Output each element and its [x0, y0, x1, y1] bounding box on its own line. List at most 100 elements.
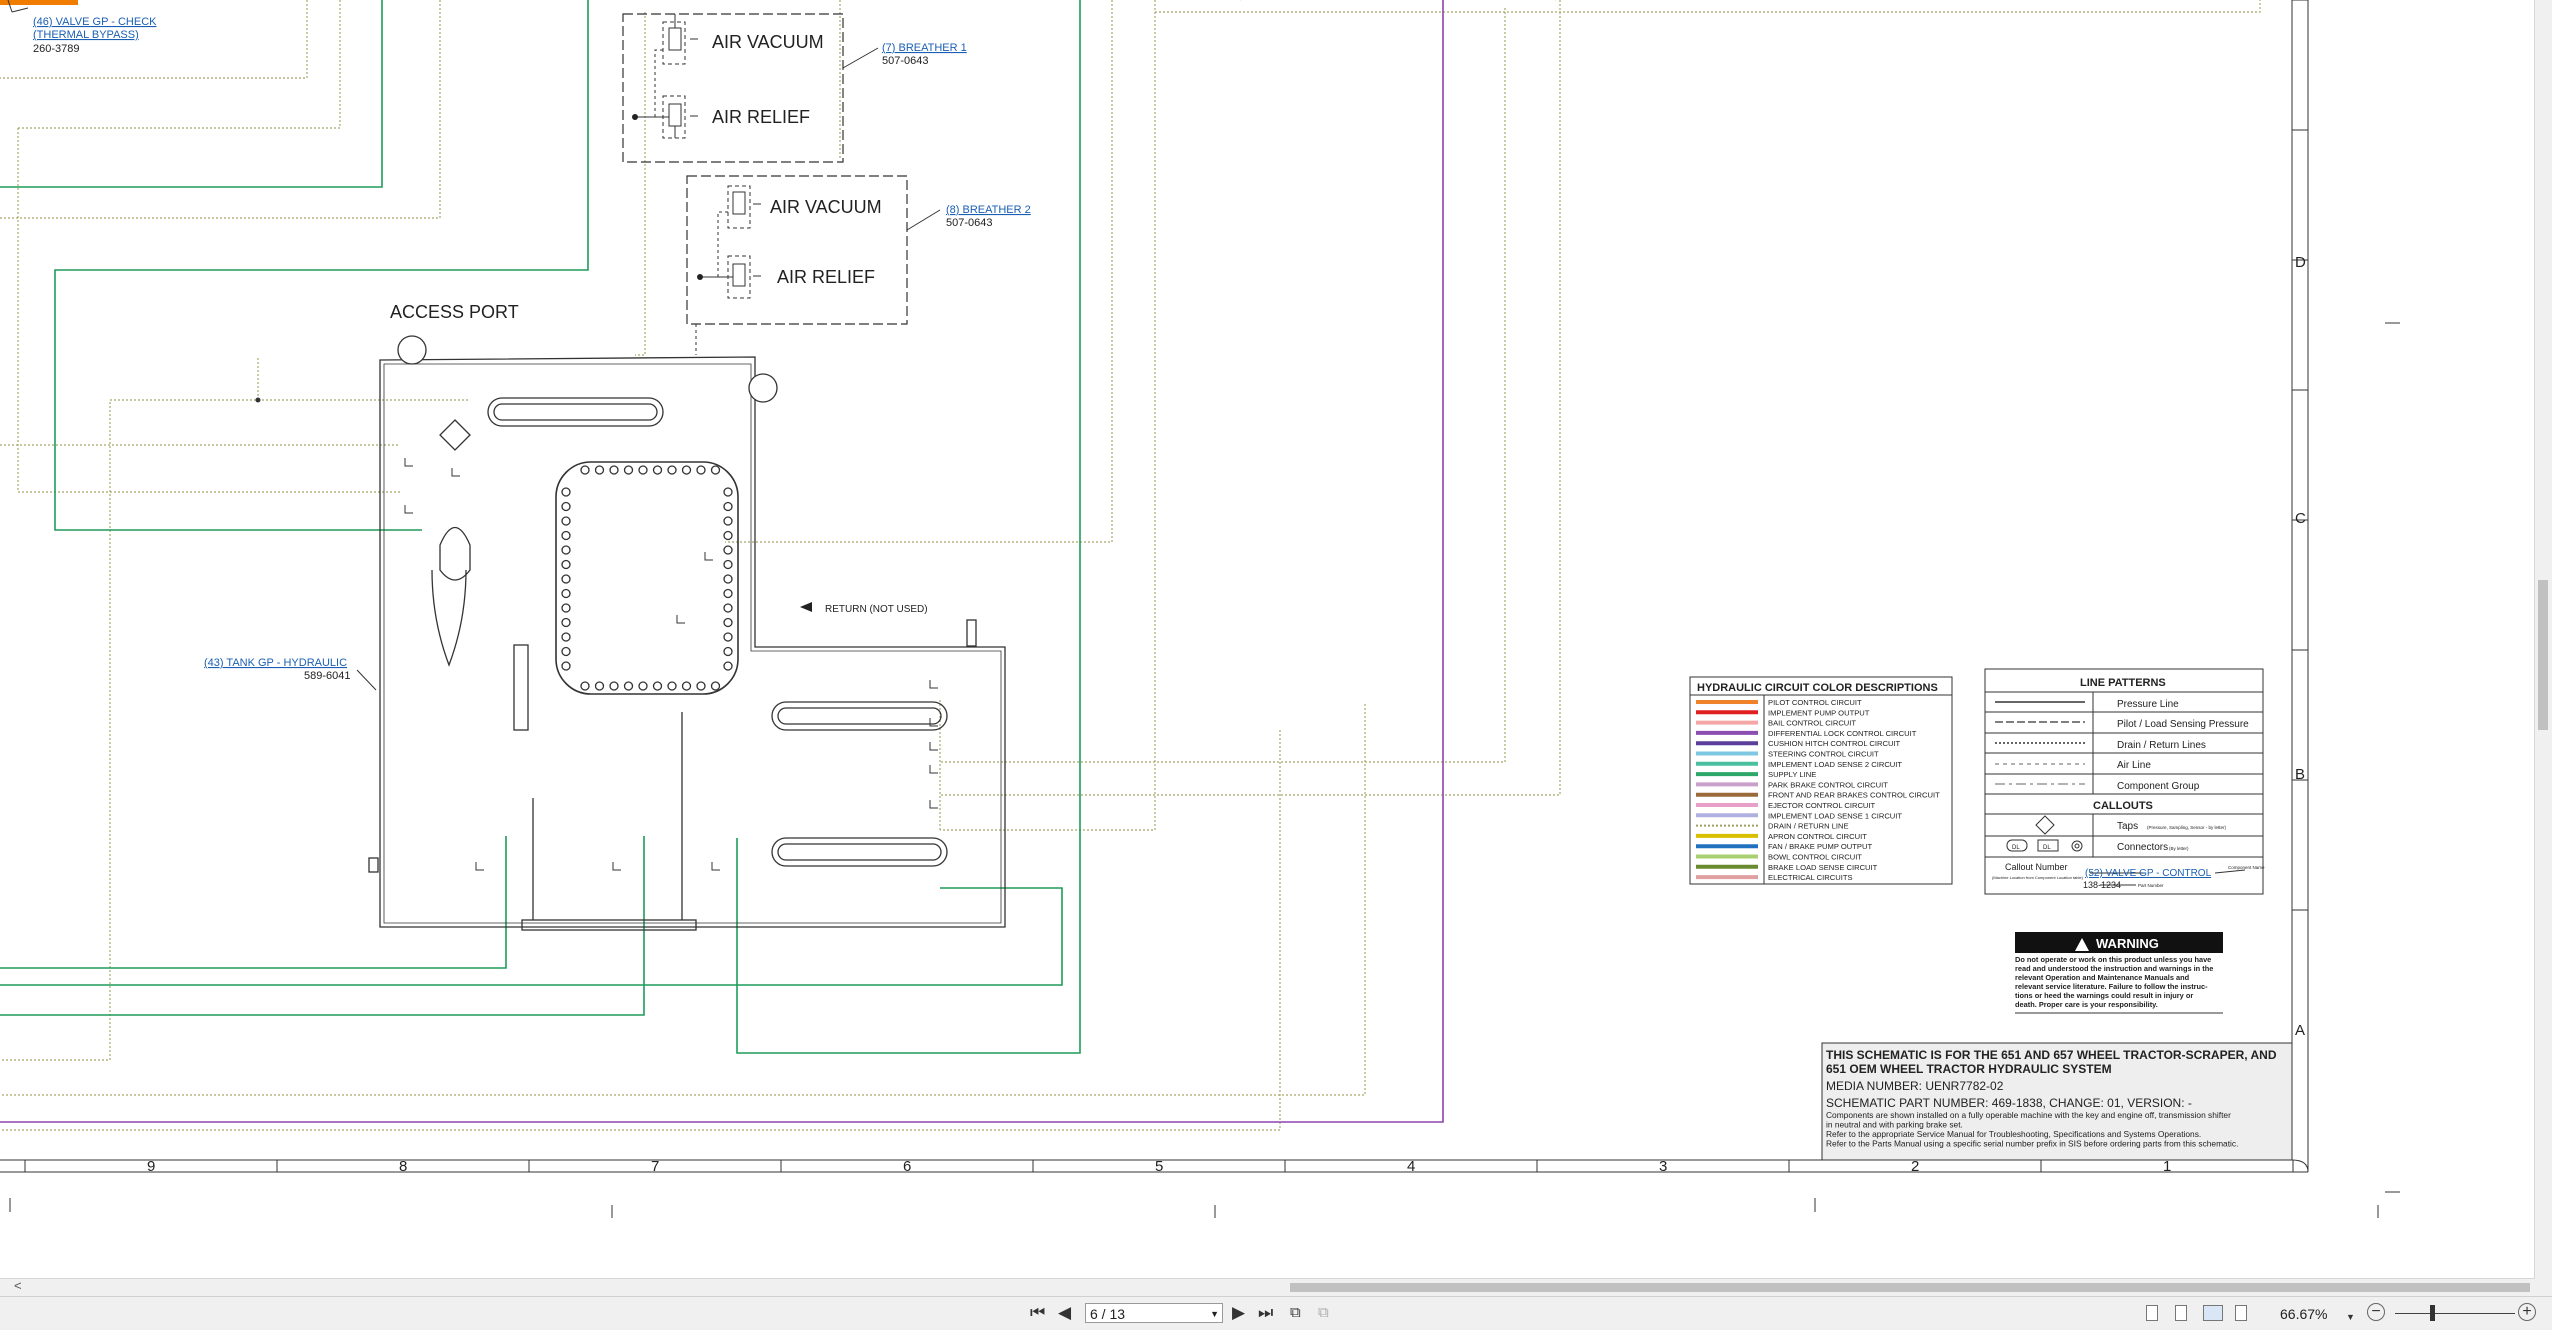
chevron-down-icon[interactable]: ▼: [1210, 1304, 1219, 1324]
part-number-label: Part Number: [2138, 883, 2164, 888]
grid-column-label: 7: [651, 1158, 659, 1175]
pattern-component-group: Component Group: [2117, 781, 2200, 792]
rotate-alt-icon[interactable]: ⧉: [1318, 1304, 1329, 1322]
breather1-relief-label: AIR RELIEF: [712, 107, 810, 127]
zoom-in-icon[interactable]: +: [2518, 1303, 2536, 1321]
warning-text-line: tions or heed the warnings could result …: [2015, 991, 2193, 1000]
grid-column-label: 1: [2163, 1158, 2171, 1175]
zoom-level[interactable]: 66.67%: [2280, 1306, 2327, 1322]
warning-text-line: relevant Operation and Maintenance Manua…: [2015, 973, 2190, 982]
page-number-value: 6 / 13: [1090, 1306, 1126, 1322]
tank-link[interactable]: (43) TANK GP - HYDRAULIC: [204, 657, 347, 669]
title-part-number: SCHEMATIC PART NUMBER: 469-1838, CHANGE:…: [1826, 1096, 2192, 1110]
rotate-icon[interactable]: ⧉: [1290, 1304, 1301, 1322]
legend-label: FAN / BRAKE PUMP OUTPUT: [1768, 842, 1872, 851]
warning-title: WARNING: [2096, 936, 2159, 951]
legend-label: SUPPLY LINE: [1768, 770, 1816, 779]
check-valve-part: 260-3789: [33, 43, 80, 55]
grid-column-label: 3: [1659, 1158, 1667, 1175]
connectors-note: (By letter): [2169, 846, 2189, 851]
check-valve-link-2[interactable]: (THERMAL BYPASS): [33, 29, 139, 41]
grid-column-label: 8: [399, 1158, 407, 1175]
continuous-view-icon[interactable]: [2175, 1305, 2187, 1321]
title-heading-2: 651 OEM WHEEL TRACTOR HYDRAULIC SYSTEM: [1826, 1062, 2112, 1076]
breather1-vacuum-label: AIR VACUUM: [712, 32, 824, 52]
scroll-left-icon[interactable]: <: [14, 1278, 22, 1293]
legend-label: IMPLEMENT LOAD SENSE 1 CIRCUIT: [1768, 811, 1902, 820]
title-note-line: in neutral and with parking brake set.: [1826, 1120, 1963, 1130]
pattern-pressure: Pressure Line: [2117, 699, 2179, 710]
color-legend-title: HYDRAULIC CIRCUIT COLOR DESCRIPTIONS: [1697, 682, 1938, 694]
title-note-line: Components are shown installed on a full…: [1826, 1110, 2231, 1120]
breather2-relief-label: AIR RELIEF: [777, 267, 875, 287]
horizontal-scrollbar[interactable]: <: [0, 1278, 2535, 1296]
schematic-text-layer: (46) VALVE GP - CHECK (THERMAL BYPASS) 2…: [0, 0, 2535, 1278]
legend-label: FRONT AND REAR BRAKES CONTROL CIRCUIT: [1768, 791, 1940, 800]
warning-text-line: read and understood the instruction and …: [2015, 964, 2213, 973]
component-name-label: Component Name: [2228, 865, 2265, 870]
zoom-dropdown-icon[interactable]: ▼: [2346, 1308, 2355, 1326]
pattern-pilot: Pilot / Load Sensing Pressure: [2117, 719, 2249, 730]
grid-column-label: 4: [1407, 1158, 1415, 1175]
zoom-slider-handle[interactable]: [2430, 1305, 2435, 1321]
legend-label: BAIL CONTROL CIRCUIT: [1768, 719, 1856, 728]
pattern-air: Air Line: [2117, 760, 2151, 771]
grid-column-label: 9: [147, 1158, 155, 1175]
taps-note: (Pressure, Sampling, Sensor - by letter): [2147, 825, 2227, 830]
legend-label: PILOT CONTROL CIRCUIT: [1768, 698, 1862, 707]
grid-row-label: D: [2295, 254, 2306, 271]
two-page-view-icon[interactable]: [2203, 1305, 2223, 1321]
zoom-slider[interactable]: [2395, 1313, 2515, 1314]
connector-letter-1: DL: [2012, 845, 2020, 851]
single-page-view-icon[interactable]: [2146, 1305, 2158, 1321]
grid-row-label: C: [2295, 510, 2306, 527]
return-label: RETURN (NOT USED): [825, 604, 928, 615]
breather1-part: 507-0643: [882, 55, 929, 67]
warning-text-line: Do not operate or work on this product u…: [2015, 955, 2211, 964]
breather1-link[interactable]: (7) BREATHER 1: [882, 42, 967, 54]
grid-column-label: 2: [1911, 1158, 1919, 1175]
grid-row-label: B: [2295, 766, 2305, 783]
first-page-icon[interactable]: ⏮: [1030, 1304, 1045, 1322]
legend-label: IMPLEMENT LOAD SENSE 2 CIRCUIT: [1768, 760, 1902, 769]
warning-text-line: death. Proper care is your responsibilit…: [2015, 1000, 2158, 1009]
legend-label: ELECTRICAL CIRCUITS: [1768, 873, 1853, 882]
taps-label: Taps: [2117, 821, 2138, 832]
callouts-title: CALLOUTS: [2093, 800, 2153, 812]
legend-label: CUSHION HITCH CONTROL CIRCUIT: [1768, 739, 1901, 748]
breather2-vacuum-label: AIR VACUUM: [770, 197, 882, 217]
grid-column-label: 5: [1155, 1158, 1163, 1175]
schematic-page: (46) VALVE GP - CHECK (THERMAL BYPASS) 2…: [0, 0, 2535, 1278]
breather2-part: 507-0643: [946, 217, 993, 229]
legend-label: DRAIN / RETURN LINE: [1768, 822, 1849, 831]
legend-label: EJECTOR CONTROL CIRCUIT: [1768, 801, 1876, 810]
vertical-scrollbar[interactable]: [2534, 0, 2552, 1278]
page-number-field[interactable]: 6 / 13 ▼: [1085, 1303, 1223, 1323]
connectors-label: Connectors: [2117, 842, 2168, 853]
viewer-toolbar: ⏮ ◀ 6 / 13 ▼ ▶ ⏭ ⧉ ⧉ 66.67% ▼ − +: [0, 1296, 2552, 1330]
example-callout-link: (52) VALVE GP - CONTROL: [2085, 868, 2212, 879]
connector-letter-2: DL: [2043, 845, 2051, 851]
breather2-link[interactable]: (8) BREATHER 2: [946, 204, 1031, 216]
callout-number-label: Callout Number: [2005, 862, 2068, 872]
grid-column-label: 6: [903, 1158, 911, 1175]
legend-label: PARK BRAKE CONTROL CIRCUIT: [1768, 780, 1888, 789]
title-note-line: Refer to the appropriate Service Manual …: [1826, 1129, 2201, 1139]
legend-label: APRON CONTROL CIRCUIT: [1768, 832, 1867, 841]
line-patterns-title: LINE PATTERNS: [2080, 677, 2166, 689]
zoom-out-icon[interactable]: −: [2367, 1303, 2385, 1321]
title-media-number: MEDIA NUMBER: UENR7782-02: [1826, 1079, 2004, 1093]
pattern-drain: Drain / Return Lines: [2117, 740, 2206, 751]
two-page-continuous-view-icon[interactable]: [2235, 1305, 2247, 1321]
schematic-text: (46) VALVE GP - CHECK (THERMAL BYPASS) 2…: [7, 0, 2306, 1175]
callout-number-note: (Machine Location from Component Locatio…: [1992, 875, 2084, 880]
legend-label: DIFFERENTIAL LOCK CONTROL CIRCUIT: [1768, 729, 1917, 738]
horizontal-scroll-thumb[interactable]: [1290, 1283, 2530, 1292]
check-valve-link[interactable]: (46) VALVE GP - CHECK: [33, 16, 157, 28]
next-page-icon[interactable]: ▶: [1232, 1304, 1245, 1322]
last-page-icon[interactable]: ⏭: [1258, 1304, 1273, 1322]
legend-label: BOWL CONTROL CIRCUIT: [1768, 853, 1862, 862]
vertical-scroll-thumb[interactable]: [2538, 580, 2548, 730]
example-callout-part: 138-1234: [2083, 880, 2121, 890]
previous-page-icon[interactable]: ◀: [1058, 1304, 1071, 1322]
